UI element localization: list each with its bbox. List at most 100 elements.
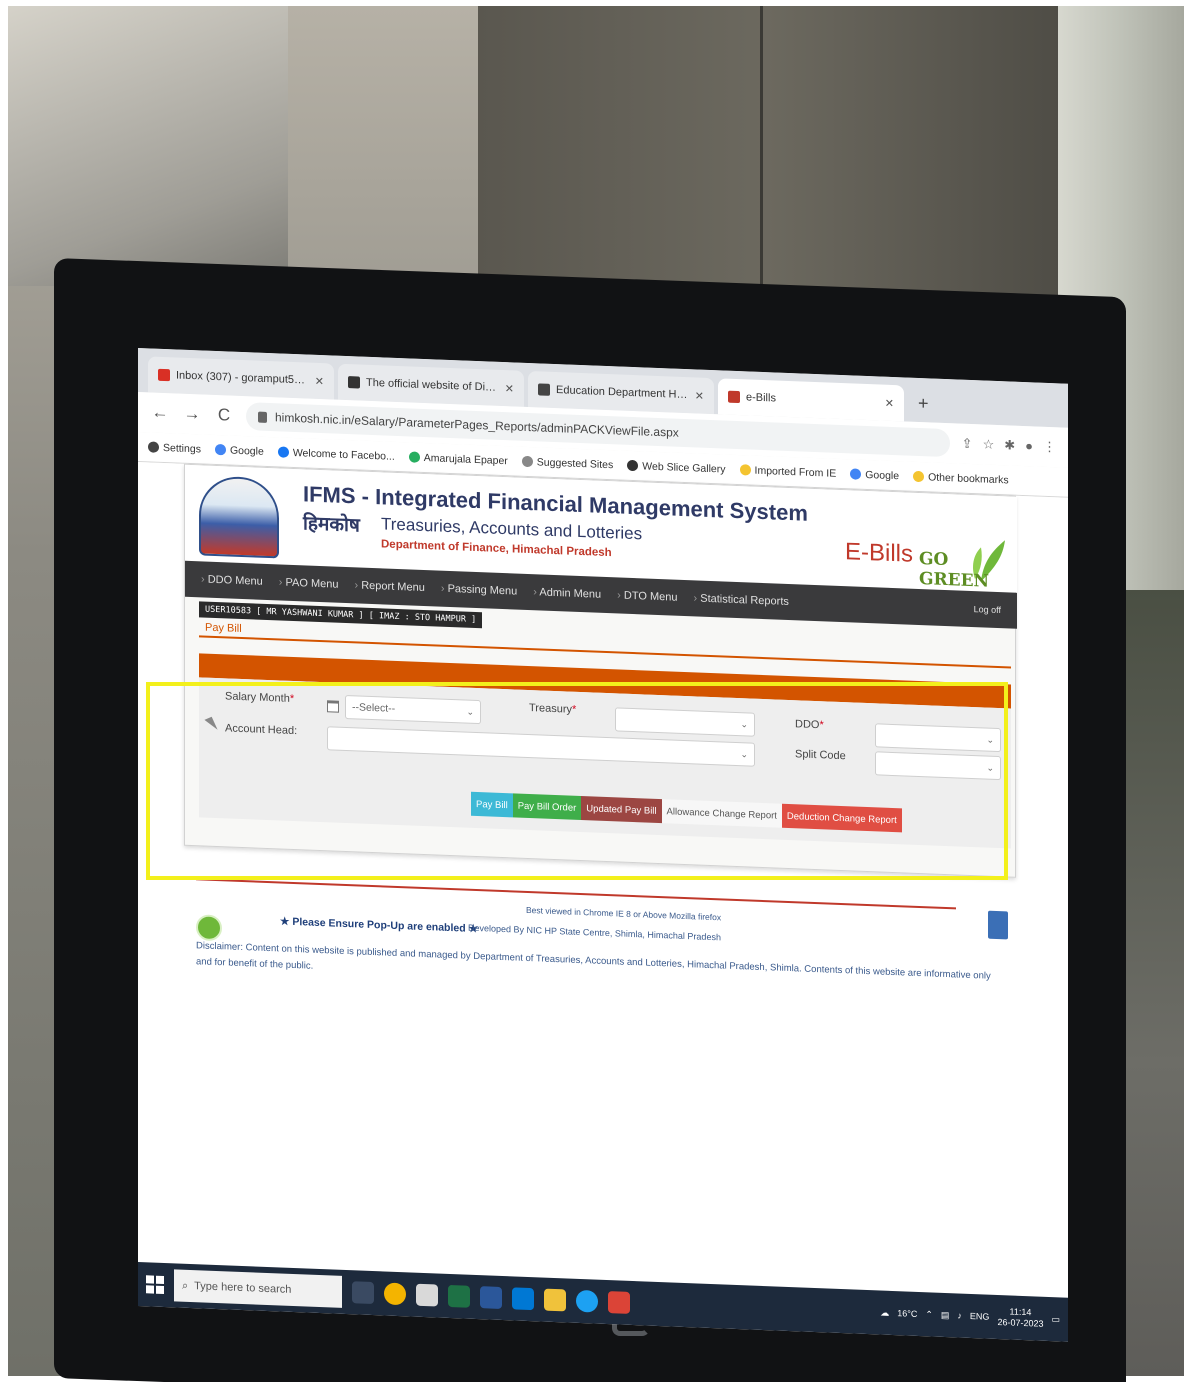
tab-label: Inbox (307) - goramput59@gm [176,369,309,387]
search-placeholder: Type here to search [194,1280,292,1296]
task-view-icon[interactable] [352,1281,374,1305]
bookmark-item[interactable]: Google [850,468,899,482]
edge-icon[interactable] [576,1289,598,1313]
bookmark-item[interactable]: Other bookmarks [913,470,1009,486]
website-icon [538,383,550,396]
bookmark-item[interactable]: Welcome to Facebo... [277,446,395,463]
reload-button[interactable]: C [214,405,234,426]
chevron-down-icon: ⌄ [740,718,748,729]
toolbar-actions: ⇪ ☆ ✱ ● ⋮ [962,436,1056,456]
disclaimer: Disclaimer: Content on this website is p… [196,940,991,982]
bookmark-label: Settings [163,441,201,455]
menu-item-report[interactable]: Report Menu [355,579,425,594]
ddo-select[interactable]: ⌄ [875,723,1001,753]
back-button[interactable]: ← [150,402,170,423]
website-icon [348,376,360,389]
menu-icon[interactable]: ⋮ [1043,439,1056,455]
language-indicator[interactable]: ENG [970,1311,990,1322]
go-green-logo: GO GREEN [911,531,1007,592]
new-tab-button[interactable]: + [908,393,939,423]
badge-icon [988,910,1008,940]
profile-icon[interactable]: ● [1025,438,1033,454]
split-code-select[interactable]: ⌄ [875,751,1001,781]
folder-icon [739,464,751,476]
photo-printer [8,6,288,286]
menu-item-passing[interactable]: Passing Menu [441,583,518,598]
best-viewed-note: Best viewed in Chrome IE 8 or Above Mozi… [526,904,722,923]
mail-icon[interactable] [512,1287,534,1311]
chrome-active-icon[interactable] [608,1291,630,1314]
windows-start-icon[interactable] [146,1275,164,1294]
extensions-icon[interactable]: ✱ [1004,437,1015,453]
network-icon[interactable]: ▤ [941,1309,950,1320]
salary-month-select[interactable]: --Select-- ⌄ [345,694,481,725]
ebills-icon [728,390,740,404]
logout-label: Log off [973,604,1001,616]
tab-label: e-Bills [746,391,776,405]
treasury-select[interactable]: ⌄ [615,707,755,737]
close-icon[interactable]: ✕ [885,396,894,409]
close-icon[interactable]: ✕ [695,389,704,402]
bookmark-label: Other bookmarks [928,470,1009,486]
ifms-site: IFMS - Integrated Financial Management S… [184,463,1017,878]
chevron-down-icon: ⌄ [986,762,994,773]
updated-pay-bill-button[interactable]: Updated Pay Bill [581,796,662,824]
bookmark-item[interactable]: Suggested Sites [521,455,613,471]
file-explorer-icon[interactable] [544,1288,566,1312]
allowance-change-report-button[interactable]: Allowance Change Report [661,799,782,828]
volume-icon[interactable]: ♪ [957,1310,962,1320]
bookmark-item[interactable]: Settings [148,441,201,455]
green-leaf-icon [196,914,222,942]
bookmark-item[interactable]: Web Slice Gallery [627,459,726,476]
menu-item-ddo[interactable]: DDO Menu [201,573,263,588]
chrome-icon[interactable] [384,1282,406,1306]
menu-item-admin[interactable]: Admin Menu [533,586,601,600]
bookmark-item[interactable]: Google [214,443,264,458]
monitor-screen: Inbox (307) - goramput59@gm ✕ The offici… [138,348,1068,1342]
bookmark-label: Google [229,444,264,458]
google-icon [850,468,862,480]
url-text: himkosh.nic.in/eSalary/ParameterPages_Re… [275,410,679,440]
menu-item-dto[interactable]: DTO Menu [617,589,678,604]
close-icon[interactable]: ✕ [505,382,514,395]
developed-by: Developed By NIC HP State Centre, Shimla… [468,922,721,943]
chevron-down-icon: ⌄ [986,734,994,745]
chevron-up-icon[interactable]: ⌃ [925,1309,933,1320]
chevron-down-icon: ⌄ [466,706,474,717]
bookmark-label: Web Slice Gallery [642,459,726,476]
tab-label: The official website of Directorat [366,376,499,394]
tab-label: Education Department HP Secon [556,384,689,402]
logout-link[interactable]: Log off [974,604,1001,615]
epaper-icon [408,451,420,463]
pay-bill-order-button[interactable]: Pay Bill Order [512,793,582,821]
account-head-label: Account Head: [225,722,298,738]
taskbar-search[interactable]: ⌕ Type here to search [174,1269,342,1308]
star-icon[interactable]: ☆ [983,436,995,452]
share-icon[interactable]: ⇪ [962,436,973,452]
close-icon[interactable]: ✕ [315,374,324,387]
web-page: IFMS - Integrated Financial Management S… [138,462,1068,1298]
bookmark-label: Imported From IE [754,464,837,480]
menu-item-pao[interactable]: PAO Menu [279,576,339,591]
ddo-label: DDO* [795,718,824,732]
calendar-icon[interactable] [327,700,339,713]
bookmark-item[interactable]: Amarujala Epaper [408,451,508,467]
excel-icon[interactable] [448,1284,470,1308]
weather-icon[interactable]: ☁ [880,1307,889,1318]
app-icon[interactable] [416,1283,438,1307]
settings-icon [148,441,159,453]
site-hindi-name: हिमकोष [303,512,360,537]
clock-date: 26-07-2023 [997,1317,1044,1329]
bookmark-item[interactable]: Imported From IE [739,464,837,480]
deduction-change-report-button[interactable]: Deduction Change Report [781,803,902,833]
breadcrumb[interactable]: Pay Bill [205,622,242,635]
bookmark-label: Welcome to Facebo... [292,446,395,463]
clock[interactable]: 11:14 26-07-2023 [997,1306,1043,1330]
hp-emblem-icon [199,475,279,559]
notification-icon[interactable]: ▭ [1051,1314,1060,1325]
menu-item-statistical[interactable]: Statistical Reports [694,592,789,608]
pay-bill-button[interactable]: Pay Bill [471,791,513,818]
mouse-cursor-icon [204,716,218,733]
forward-button[interactable]: → [182,404,202,425]
word-icon[interactable] [480,1286,502,1309]
